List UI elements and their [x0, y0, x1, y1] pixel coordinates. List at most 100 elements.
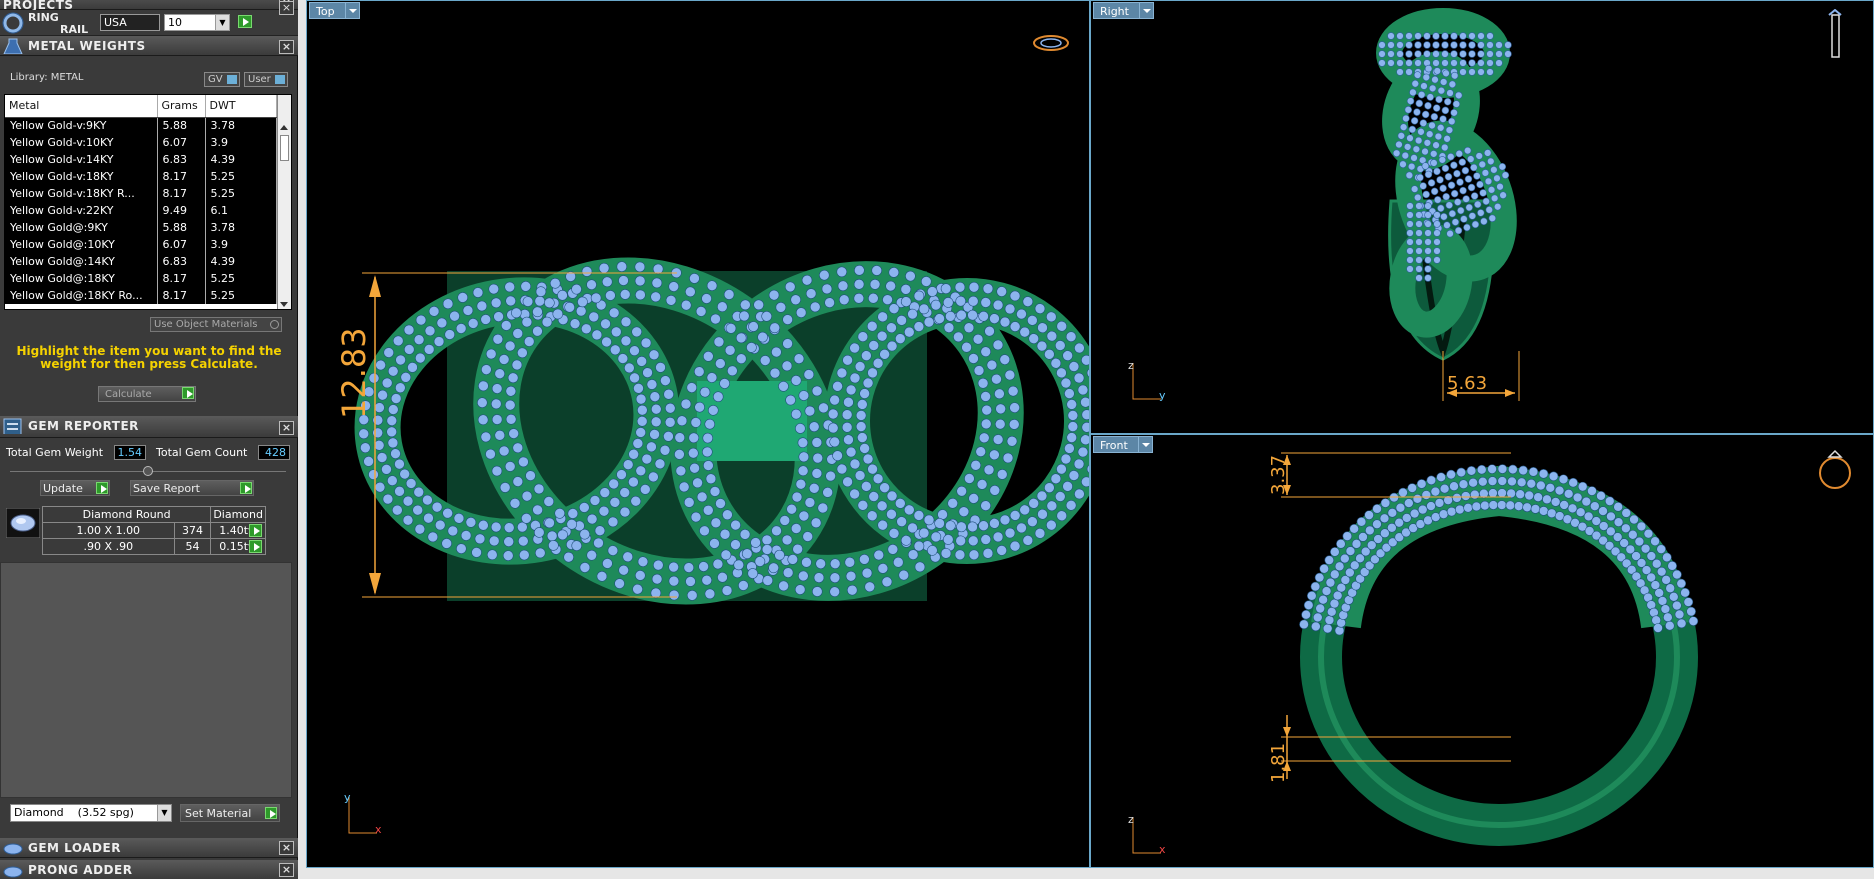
use-object-materials-checkbox[interactable]: Use Object Materials	[150, 317, 282, 332]
set-material-go-icon	[265, 807, 277, 819]
dimension-arrow	[369, 573, 381, 595]
prong-adder-close-button[interactable]: ×	[279, 863, 294, 877]
splitter-handle[interactable]	[143, 466, 153, 476]
grams-cell: 5.88	[157, 219, 206, 236]
chevron-down-icon: ▼	[157, 805, 171, 821]
grams-cell: 5.88	[157, 117, 206, 134]
update-button[interactable]: Update	[40, 480, 110, 496]
total-gem-count-label: Total Gem Count	[156, 446, 248, 459]
metal-name-cell: Yellow Gold@:14KY	[5, 253, 158, 270]
dwt-cell: 5.25	[205, 185, 277, 202]
prong-adder-title: PRONG ADDER	[28, 863, 133, 877]
scroll-up-arrow[interactable]	[280, 125, 288, 130]
ring-rail-label-1: RING	[28, 11, 59, 24]
round-gem-icon[interactable]	[6, 508, 40, 538]
dimension-label: 5.63	[1447, 373, 1488, 394]
prong-adder-header[interactable]: PRONG ADDER ×	[0, 860, 298, 879]
grams-cell: 8.17	[157, 185, 206, 202]
dwt-cell: 4.39	[205, 253, 277, 270]
axis-z-label: z	[1128, 813, 1134, 826]
dwt-cell: 3.9	[205, 134, 277, 151]
calculate-hint: Highlight the item you want to find the …	[16, 344, 282, 371]
metal-name-cell: Yellow Gold-v:14KY	[5, 151, 158, 168]
report-icon	[3, 418, 22, 434]
ring-size-select[interactable]: 10 ▼	[164, 14, 230, 31]
ring-model-front-view[interactable]	[1091, 435, 1874, 868]
metal-weights-title: METAL WEIGHTS	[28, 39, 146, 53]
column-header-metal[interactable]: Metal	[5, 95, 158, 118]
viewport-right[interactable]: Right 5.63 z y	[1090, 0, 1874, 434]
ring-rail-label-2: RAIL	[60, 23, 89, 36]
table-row[interactable]: Yellow Gold-v:18KY R... 8.17 5.25	[5, 185, 277, 202]
table-row[interactable]: Yellow Gold@:14KY 6.83 4.39	[5, 253, 277, 270]
dwt-cell: 3.78	[205, 117, 277, 134]
country-field[interactable]: USA	[100, 14, 160, 31]
gem-table: Diamond Round Diamond 1.00 X 1.00 374 1.…	[41, 506, 266, 555]
viewport-top[interactable]: Top 12.83 y x	[306, 0, 1090, 868]
gem-material-header: Diamond	[210, 506, 266, 523]
set-material-button[interactable]: Set Material	[180, 804, 280, 822]
metal-weights-header[interactable]: METAL WEIGHTS ×	[0, 36, 298, 56]
status-strip	[298, 868, 1874, 879]
gv-toggle[interactable]: GV	[204, 72, 240, 87]
scroll-down-arrow[interactable]	[280, 302, 288, 307]
calculate-go-icon	[182, 387, 194, 399]
table-row[interactable]: Yellow Gold@:18KY 8.17 5.25	[5, 270, 277, 287]
user-label: User	[248, 74, 271, 85]
gem-reporter-title: GEM REPORTER	[28, 419, 139, 433]
ring-model-top-view[interactable]	[307, 1, 1090, 868]
gem-row-select-button[interactable]	[249, 524, 262, 537]
table-scrollbar[interactable]	[277, 95, 291, 309]
dimension-label: 12.83	[335, 327, 373, 419]
table-row[interactable]: Yellow Gold@:10KY 6.07 3.9	[5, 236, 277, 253]
ring-rail-close-button[interactable]: ×	[279, 1, 294, 15]
dwt-cell: 5.25	[205, 287, 277, 304]
gem-loader-icon	[3, 843, 23, 855]
grams-cell: 8.17	[157, 168, 206, 185]
dwt-cell: 5.25	[205, 168, 277, 185]
projects-header[interactable]: PROJECTS ×	[0, 0, 298, 12]
scroll-thumb[interactable]	[280, 135, 289, 161]
table-row[interactable]: Yellow Gold@:18KY Ro... 8.17 5.25	[5, 287, 277, 304]
gem-row[interactable]: 1.00 X 1.00 374 1.40tw	[42, 522, 266, 539]
material-select-value: Diamond (3.52 spg)	[14, 806, 134, 819]
calculate-button[interactable]: Calculate	[98, 386, 196, 402]
gem-reporter-header[interactable]: GEM REPORTER ×	[0, 416, 298, 438]
viewport-front[interactable]: Front 3.37 1.81 z x	[1090, 434, 1874, 868]
ring-size-value: 10	[168, 16, 182, 29]
dwt-cell: 4.39	[205, 151, 277, 168]
gem-loader-close-button[interactable]: ×	[279, 841, 294, 855]
chevron-down-icon: ▼	[215, 15, 229, 30]
dimension-arrow	[1505, 389, 1515, 397]
gem-row[interactable]: .90 X .90 54 0.15tw	[42, 538, 266, 555]
metal-weights-close-button[interactable]: ×	[279, 40, 294, 54]
metal-name-cell: Yellow Gold@:9KY	[5, 219, 158, 236]
metal-name-cell: Yellow Gold-v:10KY	[5, 134, 158, 151]
gem-table-header: Diamond Round Diamond	[41, 506, 266, 523]
gem-reporter-close-button[interactable]: ×	[279, 421, 294, 435]
table-row[interactable]: Yellow Gold@:9KY 5.88 3.78	[5, 219, 277, 236]
table-row[interactable]: Yellow Gold-v:10KY 6.07 3.9	[5, 134, 277, 151]
table-row[interactable]: Yellow Gold-v:18KY 8.17 5.25	[5, 168, 277, 185]
gem-loader-header[interactable]: GEM LOADER ×	[0, 838, 298, 858]
column-header-dwt[interactable]: DWT	[205, 95, 277, 118]
ring-model-right-view[interactable]	[1091, 1, 1874, 434]
user-toggle[interactable]: User	[244, 72, 288, 87]
table-row[interactable]: Yellow Gold-v:22KY 9.49 6.1	[5, 202, 277, 219]
grams-cell: 6.07	[157, 236, 206, 253]
material-select[interactable]: Diamond (3.52 spg) ▼	[10, 804, 172, 822]
table-row[interactable]: Yellow Gold-v:9KY 5.88 3.78	[5, 117, 277, 134]
gem-row-select-button[interactable]	[249, 540, 262, 553]
dimension-arrow	[1283, 727, 1291, 737]
table-row[interactable]: Yellow Gold-v:14KY 6.83 4.39	[5, 151, 277, 168]
total-gem-weight-value: 1.54	[114, 445, 146, 460]
metal-name-cell: Yellow Gold-v:18KY R...	[5, 185, 158, 202]
ring-rail-go-button[interactable]	[238, 15, 252, 28]
column-header-grams[interactable]: Grams	[157, 95, 206, 118]
metal-weights-table[interactable]: Metal Grams DWT Yellow Gold-v:9KY 5.88 3.7…	[4, 94, 292, 310]
grams-cell: 6.07	[157, 134, 206, 151]
metal-name-cell: Yellow Gold-v:9KY	[5, 117, 158, 134]
dimension-label: 3.37	[1268, 454, 1289, 495]
axis-z-label: z	[1128, 359, 1134, 372]
save-report-button[interactable]: Save Report	[130, 480, 254, 496]
